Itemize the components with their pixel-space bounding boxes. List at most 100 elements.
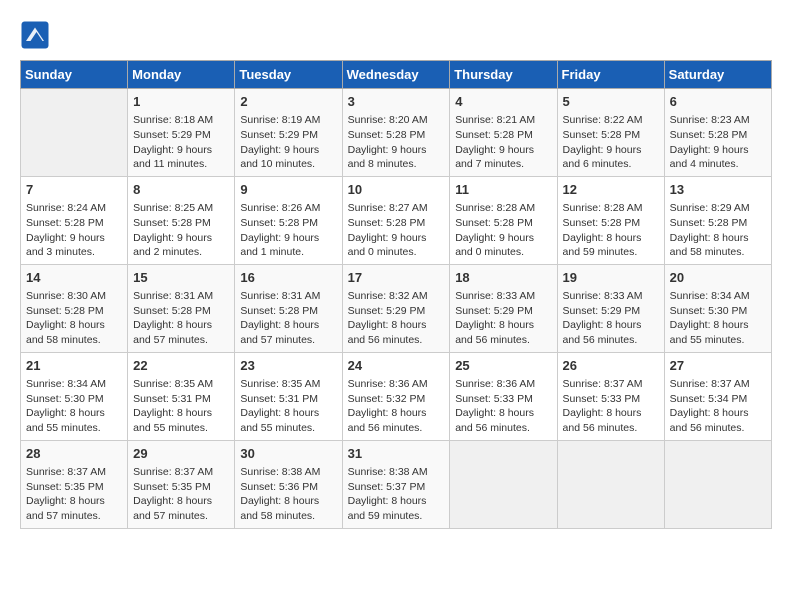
day-info: Sunrise: 8:36 AM Sunset: 5:33 PM Dayligh…: [455, 377, 551, 436]
day-number: 3: [348, 93, 445, 111]
day-info: Sunrise: 8:30 AM Sunset: 5:28 PM Dayligh…: [26, 289, 122, 348]
day-number: 9: [240, 181, 336, 199]
calendar-cell: 23Sunrise: 8:35 AM Sunset: 5:31 PM Dayli…: [235, 352, 342, 440]
calendar-cell: 2 Sunrise: 8:19 AM Sunset: 5:29 PM Daylig…: [235, 89, 342, 177]
day-info: Sunrise: 8:35 AM Sunset: 5:31 PM Dayligh…: [133, 377, 229, 436]
logo-icon: [20, 20, 50, 50]
calendar-cell: 22 Sunrise: 8:35 AM Sunset: 5:31 PM Dayli…: [128, 352, 235, 440]
day-number: 8: [133, 181, 229, 199]
weekday-header: Monday: [128, 61, 235, 89]
day-info: Sunrise: 8:31 AM Sunset: 5:28 PM Dayligh…: [240, 289, 336, 348]
logo: [20, 20, 54, 50]
calendar-cell: 29 Sunrise: 8:37 AM Sunset: 5:35 PM Dayli…: [128, 440, 235, 528]
calendar-cell: 8 Sunrise: 8:25 AM Sunset: 5:28 PM Daylig…: [128, 176, 235, 264]
calendar-cell: [557, 440, 664, 528]
calendar-cell: 3 Sunrise: 8:20 AM Sunset: 5:28 PM Daylig…: [342, 89, 450, 177]
day-number: 13: [670, 181, 766, 199]
calendar-cell: 21Sunrise: 8:34 AM Sunset: 5:30 PM Dayli…: [21, 352, 128, 440]
day-number: 10: [348, 181, 445, 199]
day-info: Sunrise: 8:21 AM Sunset: 5:28 PM Dayligh…: [455, 113, 551, 172]
day-info: Sunrise: 8:19 AM Sunset: 5:29 PM Dayligh…: [240, 113, 336, 172]
day-number: 29: [133, 445, 229, 463]
calendar-cell: 9 Sunrise: 8:26 AM Sunset: 5:28 PM Daylig…: [235, 176, 342, 264]
day-info: Sunrise: 8:18 AM Sunset: 5:29 PM Dayligh…: [133, 113, 229, 172]
day-number: 2: [240, 93, 336, 111]
calendar-cell: 4 Sunrise: 8:21 AM Sunset: 5:28 PM Daylig…: [450, 89, 557, 177]
calendar-cell: 5Sunrise: 8:22 AM Sunset: 5:28 PM Daylig…: [557, 89, 664, 177]
day-info: Sunrise: 8:32 AM Sunset: 5:29 PM Dayligh…: [348, 289, 445, 348]
day-info: Sunrise: 8:26 AM Sunset: 5:28 PM Dayligh…: [240, 201, 336, 260]
weekday-row: SundayMondayTuesdayWednesdayThursdayFrid…: [21, 61, 772, 89]
day-info: Sunrise: 8:37 AM Sunset: 5:35 PM Dayligh…: [133, 465, 229, 524]
calendar-cell: 14 Sunrise: 8:30 AM Sunset: 5:28 PM Dayli…: [21, 264, 128, 352]
calendar-cell: 17 Sunrise: 8:32 AM Sunset: 5:29 PM Dayli…: [342, 264, 450, 352]
day-number: 18: [455, 269, 551, 287]
day-info: Sunrise: 8:38 AM Sunset: 5:37 PM Dayligh…: [348, 465, 445, 524]
weekday-header: Wednesday: [342, 61, 450, 89]
day-number: 31: [348, 445, 445, 463]
day-number: 15: [133, 269, 229, 287]
day-number: 19: [563, 269, 659, 287]
day-info: Sunrise: 8:33 AM Sunset: 5:29 PM Dayligh…: [563, 289, 659, 348]
day-info: Sunrise: 8:36 AM Sunset: 5:32 PM Dayligh…: [348, 377, 445, 436]
calendar-week-row: 14 Sunrise: 8:30 AM Sunset: 5:28 PM Dayli…: [21, 264, 772, 352]
calendar-cell: 13 Sunrise: 8:29 AM Sunset: 5:28 PM Dayli…: [664, 176, 771, 264]
day-number: 25: [455, 357, 551, 375]
calendar-cell: 20 Sunrise: 8:34 AM Sunset: 5:30 PM Dayli…: [664, 264, 771, 352]
calendar-cell: 26Sunrise: 8:37 AM Sunset: 5:33 PM Dayli…: [557, 352, 664, 440]
calendar-week-row: 1 Sunrise: 8:18 AM Sunset: 5:29 PM Daylig…: [21, 89, 772, 177]
calendar-cell: 25 Sunrise: 8:36 AM Sunset: 5:33 PM Dayli…: [450, 352, 557, 440]
day-info: Sunrise: 8:37 AM Sunset: 5:35 PM Dayligh…: [26, 465, 122, 524]
weekday-header: Saturday: [664, 61, 771, 89]
day-number: 16: [240, 269, 336, 287]
calendar-cell: 31 Sunrise: 8:38 AM Sunset: 5:37 PM Dayli…: [342, 440, 450, 528]
calendar-cell: 30Sunrise: 8:38 AM Sunset: 5:36 PM Dayli…: [235, 440, 342, 528]
calendar-body: 1 Sunrise: 8:18 AM Sunset: 5:29 PM Daylig…: [21, 89, 772, 529]
day-number: 6: [670, 93, 766, 111]
day-number: 23: [240, 357, 336, 375]
calendar-cell: 11Sunrise: 8:28 AM Sunset: 5:28 PM Dayli…: [450, 176, 557, 264]
day-info: Sunrise: 8:34 AM Sunset: 5:30 PM Dayligh…: [670, 289, 766, 348]
calendar-cell: 15Sunrise: 8:31 AM Sunset: 5:28 PM Dayli…: [128, 264, 235, 352]
calendar-cell: 27 Sunrise: 8:37 AM Sunset: 5:34 PM Dayli…: [664, 352, 771, 440]
calendar-cell: [450, 440, 557, 528]
page-header: [20, 20, 772, 50]
day-info: Sunrise: 8:24 AM Sunset: 5:28 PM Dayligh…: [26, 201, 122, 260]
day-number: 12: [563, 181, 659, 199]
day-info: Sunrise: 8:28 AM Sunset: 5:28 PM Dayligh…: [563, 201, 659, 260]
calendar-week-row: 7 Sunrise: 8:24 AM Sunset: 5:28 PM Daylig…: [21, 176, 772, 264]
calendar-cell: 19 Sunrise: 8:33 AM Sunset: 5:29 PM Dayli…: [557, 264, 664, 352]
day-number: 20: [670, 269, 766, 287]
calendar-cell: 10 Sunrise: 8:27 AM Sunset: 5:28 PM Dayli…: [342, 176, 450, 264]
day-number: 22: [133, 357, 229, 375]
calendar-cell: 12 Sunrise: 8:28 AM Sunset: 5:28 PM Dayli…: [557, 176, 664, 264]
day-info: Sunrise: 8:22 AM Sunset: 5:28 PM Dayligh…: [563, 113, 659, 172]
day-number: 24: [348, 357, 445, 375]
calendar-week-row: 28 Sunrise: 8:37 AM Sunset: 5:35 PM Dayli…: [21, 440, 772, 528]
day-number: 4: [455, 93, 551, 111]
day-number: 14: [26, 269, 122, 287]
day-info: Sunrise: 8:27 AM Sunset: 5:28 PM Dayligh…: [348, 201, 445, 260]
day-number: 11: [455, 181, 551, 199]
calendar-cell: 16 Sunrise: 8:31 AM Sunset: 5:28 PM Dayli…: [235, 264, 342, 352]
day-number: 1: [133, 93, 229, 111]
weekday-header: Friday: [557, 61, 664, 89]
calendar-cell: 24 Sunrise: 8:36 AM Sunset: 5:32 PM Dayli…: [342, 352, 450, 440]
day-info: Sunrise: 8:25 AM Sunset: 5:28 PM Dayligh…: [133, 201, 229, 260]
calendar-header: SundayMondayTuesdayWednesdayThursdayFrid…: [21, 61, 772, 89]
day-info: Sunrise: 8:34 AM Sunset: 5:30 PM Dayligh…: [26, 377, 122, 436]
calendar-cell: 28 Sunrise: 8:37 AM Sunset: 5:35 PM Dayli…: [21, 440, 128, 528]
weekday-header: Sunday: [21, 61, 128, 89]
calendar-cell: 7 Sunrise: 8:24 AM Sunset: 5:28 PM Daylig…: [21, 176, 128, 264]
day-info: Sunrise: 8:23 AM Sunset: 5:28 PM Dayligh…: [670, 113, 766, 172]
day-number: 7: [26, 181, 122, 199]
day-number: 28: [26, 445, 122, 463]
day-info: Sunrise: 8:37 AM Sunset: 5:34 PM Dayligh…: [670, 377, 766, 436]
day-number: 17: [348, 269, 445, 287]
calendar-cell: [21, 89, 128, 177]
day-number: 27: [670, 357, 766, 375]
day-info: Sunrise: 8:29 AM Sunset: 5:28 PM Dayligh…: [670, 201, 766, 260]
calendar-table: SundayMondayTuesdayWednesdayThursdayFrid…: [20, 60, 772, 529]
calendar-cell: 18Sunrise: 8:33 AM Sunset: 5:29 PM Dayli…: [450, 264, 557, 352]
day-info: Sunrise: 8:20 AM Sunset: 5:28 PM Dayligh…: [348, 113, 445, 172]
